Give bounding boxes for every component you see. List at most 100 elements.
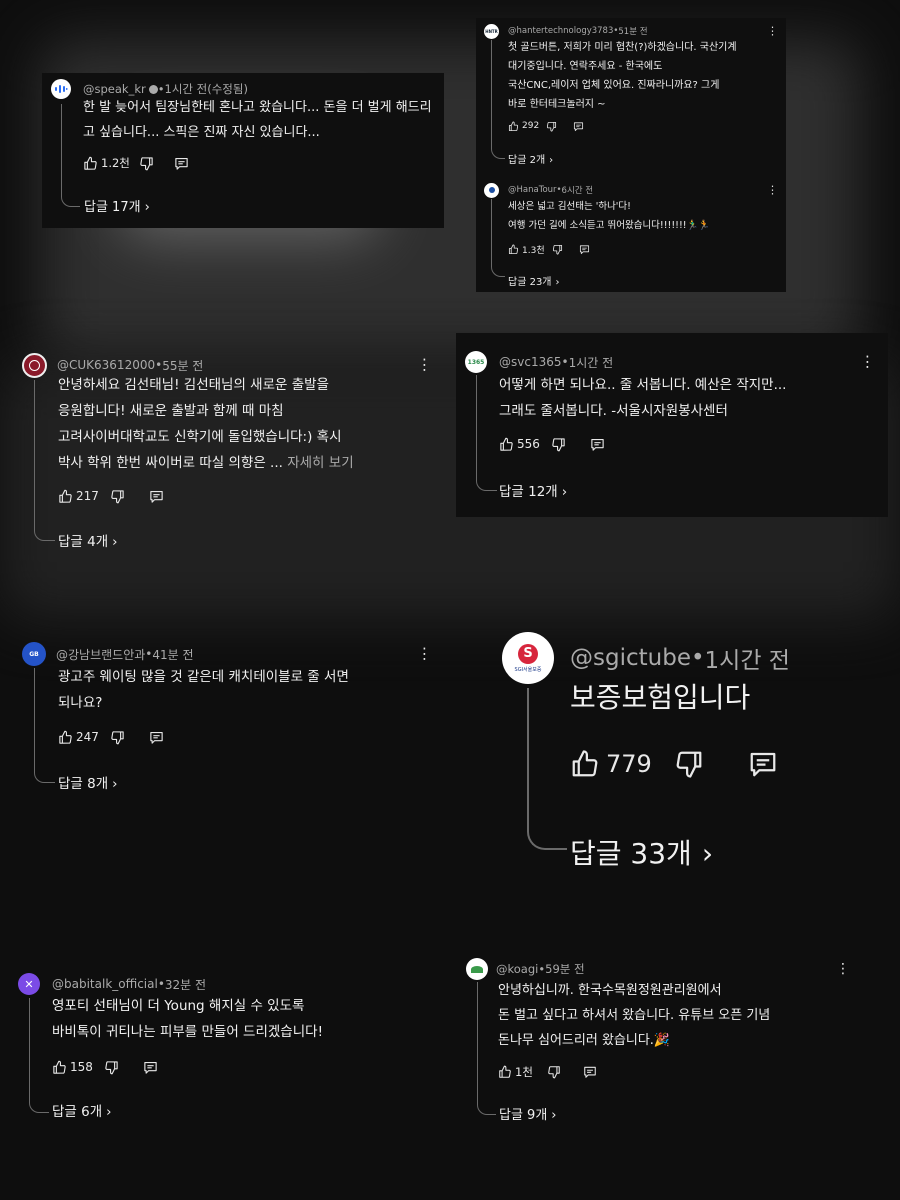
avatar[interactable] bbox=[466, 958, 488, 980]
chevron-right-icon: › bbox=[561, 484, 568, 500]
more-options-button[interactable]: ⋮ bbox=[417, 357, 432, 373]
comment-author[interactable]: @svc1365 bbox=[499, 355, 562, 369]
replies-count: 답글 9개 bbox=[499, 1108, 548, 1123]
dislike-button[interactable] bbox=[552, 244, 563, 255]
dislike-button[interactable] bbox=[547, 1065, 561, 1079]
dislike-icon bbox=[552, 244, 562, 254]
comment-author[interactable]: @CUK63612000 bbox=[57, 358, 155, 372]
like-button[interactable]: 779 bbox=[570, 749, 652, 779]
comment-author[interactable]: @HanaTour bbox=[508, 185, 557, 195]
dislike-button[interactable] bbox=[546, 121, 557, 132]
avatar[interactable]: 1365 bbox=[465, 351, 487, 373]
comment-card: S SGI서울보증 @sgictube • 1시간 전 보증보험입니다 779 … bbox=[502, 628, 892, 878]
reply-comment-button[interactable] bbox=[143, 1060, 158, 1075]
comment-icon bbox=[579, 244, 589, 254]
reply-comment-button[interactable] bbox=[579, 244, 590, 255]
like-count: 158 bbox=[70, 1060, 93, 1074]
avatar[interactable] bbox=[51, 79, 71, 99]
reply-comment-button[interactable] bbox=[174, 156, 189, 171]
replies-button[interactable]: 답글 6개 › bbox=[52, 1100, 112, 1120]
comment-icon bbox=[150, 731, 163, 744]
more-options-button[interactable]: ⋮ bbox=[767, 185, 778, 196]
dislike-button[interactable] bbox=[551, 437, 566, 452]
like-button[interactable]: 217 bbox=[58, 489, 99, 504]
like-button[interactable]: 292 bbox=[508, 121, 539, 132]
replies-button[interactable]: 답글 23개 › bbox=[508, 273, 560, 288]
comment-card: 1365 @svc1365 • 1시간 전 ⋮ 어떻게 하면 되나요.. 줄 서… bbox=[456, 333, 888, 517]
comment-time[interactable]: 51분 전 bbox=[618, 25, 647, 37]
thread-line bbox=[34, 668, 55, 783]
reply-comment-button[interactable] bbox=[149, 489, 164, 504]
like-count: 1.2천 bbox=[101, 156, 130, 170]
dislike-button[interactable] bbox=[110, 730, 125, 745]
dislike-button[interactable] bbox=[139, 156, 154, 171]
avatar[interactable] bbox=[484, 182, 499, 198]
avatar[interactable]: GB bbox=[22, 642, 46, 666]
comment-icon bbox=[591, 438, 604, 451]
read-more-link[interactable]: 자세히 보기 bbox=[287, 455, 353, 471]
like-button[interactable]: 247 bbox=[58, 730, 99, 745]
comment-text: 한 발 늦어서 팀장님한테 혼나고 왔습니다... 돈을 더 벌게 해드리고 싶… bbox=[83, 100, 432, 140]
reply-comment-button[interactable] bbox=[149, 730, 164, 745]
reply-comment-button[interactable] bbox=[583, 1065, 597, 1079]
replies-count: 답글 33개 bbox=[570, 837, 692, 870]
comment-author[interactable]: @koagi bbox=[496, 962, 538, 976]
like-count: 292 bbox=[522, 121, 540, 131]
dislike-button[interactable] bbox=[104, 1060, 119, 1075]
svc-logo-icon: 1365 bbox=[467, 358, 485, 366]
sgi-logo-text: SGI서울보증 bbox=[514, 666, 542, 673]
dislike-button[interactable] bbox=[110, 489, 125, 504]
avatar[interactable]: HNTR bbox=[484, 23, 499, 39]
more-options-button[interactable]: ⋮ bbox=[860, 354, 875, 370]
avatar[interactable]: S SGI서울보증 bbox=[502, 632, 554, 684]
like-icon bbox=[59, 489, 72, 503]
separator: • bbox=[155, 358, 163, 372]
comment-time[interactable]: 1시간 전 bbox=[705, 641, 790, 675]
hanatour-logo-icon bbox=[488, 187, 495, 193]
more-options-button[interactable]: ⋮ bbox=[417, 646, 432, 662]
like-button[interactable]: 1.2천 bbox=[83, 155, 130, 171]
comment-author[interactable]: @hantertechnology3783 bbox=[508, 26, 613, 36]
separator: • bbox=[145, 647, 153, 661]
like-icon bbox=[500, 437, 513, 451]
comment-time[interactable]: 41분 전 bbox=[152, 646, 193, 663]
comment-time[interactable]: 1시간 전 bbox=[569, 354, 614, 371]
replies-button[interactable]: 답글 12개 › bbox=[499, 480, 567, 500]
replies-button[interactable]: 답글 33개 › bbox=[570, 832, 713, 872]
like-icon bbox=[508, 121, 519, 131]
comment-time[interactable]: 32분 전 bbox=[165, 976, 206, 993]
avatar[interactable] bbox=[22, 352, 47, 378]
replies-button[interactable]: 답글 2개 › bbox=[508, 151, 553, 166]
like-button[interactable]: 158 bbox=[52, 1060, 93, 1075]
comment-author[interactable]: @강남브랜드안과 bbox=[56, 646, 145, 663]
avatar[interactable]: ✕ bbox=[18, 973, 40, 995]
more-icon: ⋮ bbox=[767, 24, 778, 38]
comment-author[interactable]: @sgictube bbox=[570, 645, 691, 671]
more-options-button[interactable]: ⋮ bbox=[767, 26, 778, 37]
comment-text: 어떻게 하면 되나요.. 줄 서봅니다. 예산은 작지만... 그래도 줄서봅니… bbox=[499, 377, 787, 419]
like-icon bbox=[84, 156, 97, 170]
like-button[interactable]: 1.3천 bbox=[508, 243, 545, 256]
clinic-logo-icon: GB bbox=[29, 650, 39, 658]
comment-time[interactable]: 6시간 전 bbox=[562, 184, 594, 196]
like-button[interactable]: 1천 bbox=[498, 1064, 533, 1080]
replies-button[interactable]: 답글 4개 › bbox=[58, 530, 118, 550]
comment-card: @CUK63612000 • 55분 전 ⋮ 안녕하세요 김선태님! 김선태님의… bbox=[22, 350, 442, 550]
dislike-button[interactable] bbox=[674, 749, 704, 779]
replies-button[interactable]: 답글 9개 › bbox=[499, 1104, 557, 1123]
chevron-right-icon: › bbox=[701, 837, 714, 870]
reply-comment-button[interactable] bbox=[573, 121, 584, 132]
reply-comment-button[interactable] bbox=[748, 749, 778, 779]
replies-button[interactable]: 답글 17개 › bbox=[84, 196, 150, 215]
comment-author[interactable]: @babitalk_official bbox=[52, 977, 158, 991]
comment-time[interactable]: 55분 전 bbox=[162, 357, 203, 374]
reply-comment-button[interactable] bbox=[590, 437, 605, 452]
replies-button[interactable]: 답글 8개 › bbox=[58, 772, 118, 792]
replies-count: 답글 4개 bbox=[58, 534, 109, 550]
more-options-button[interactable]: ⋮ bbox=[836, 962, 850, 976]
like-button[interactable]: 556 bbox=[499, 437, 540, 452]
comment-time[interactable]: 59분 전 bbox=[545, 961, 584, 977]
like-count: 1천 bbox=[515, 1065, 533, 1079]
comment-icon bbox=[175, 157, 188, 170]
comment-author[interactable]: @speak_kr bbox=[83, 82, 146, 96]
